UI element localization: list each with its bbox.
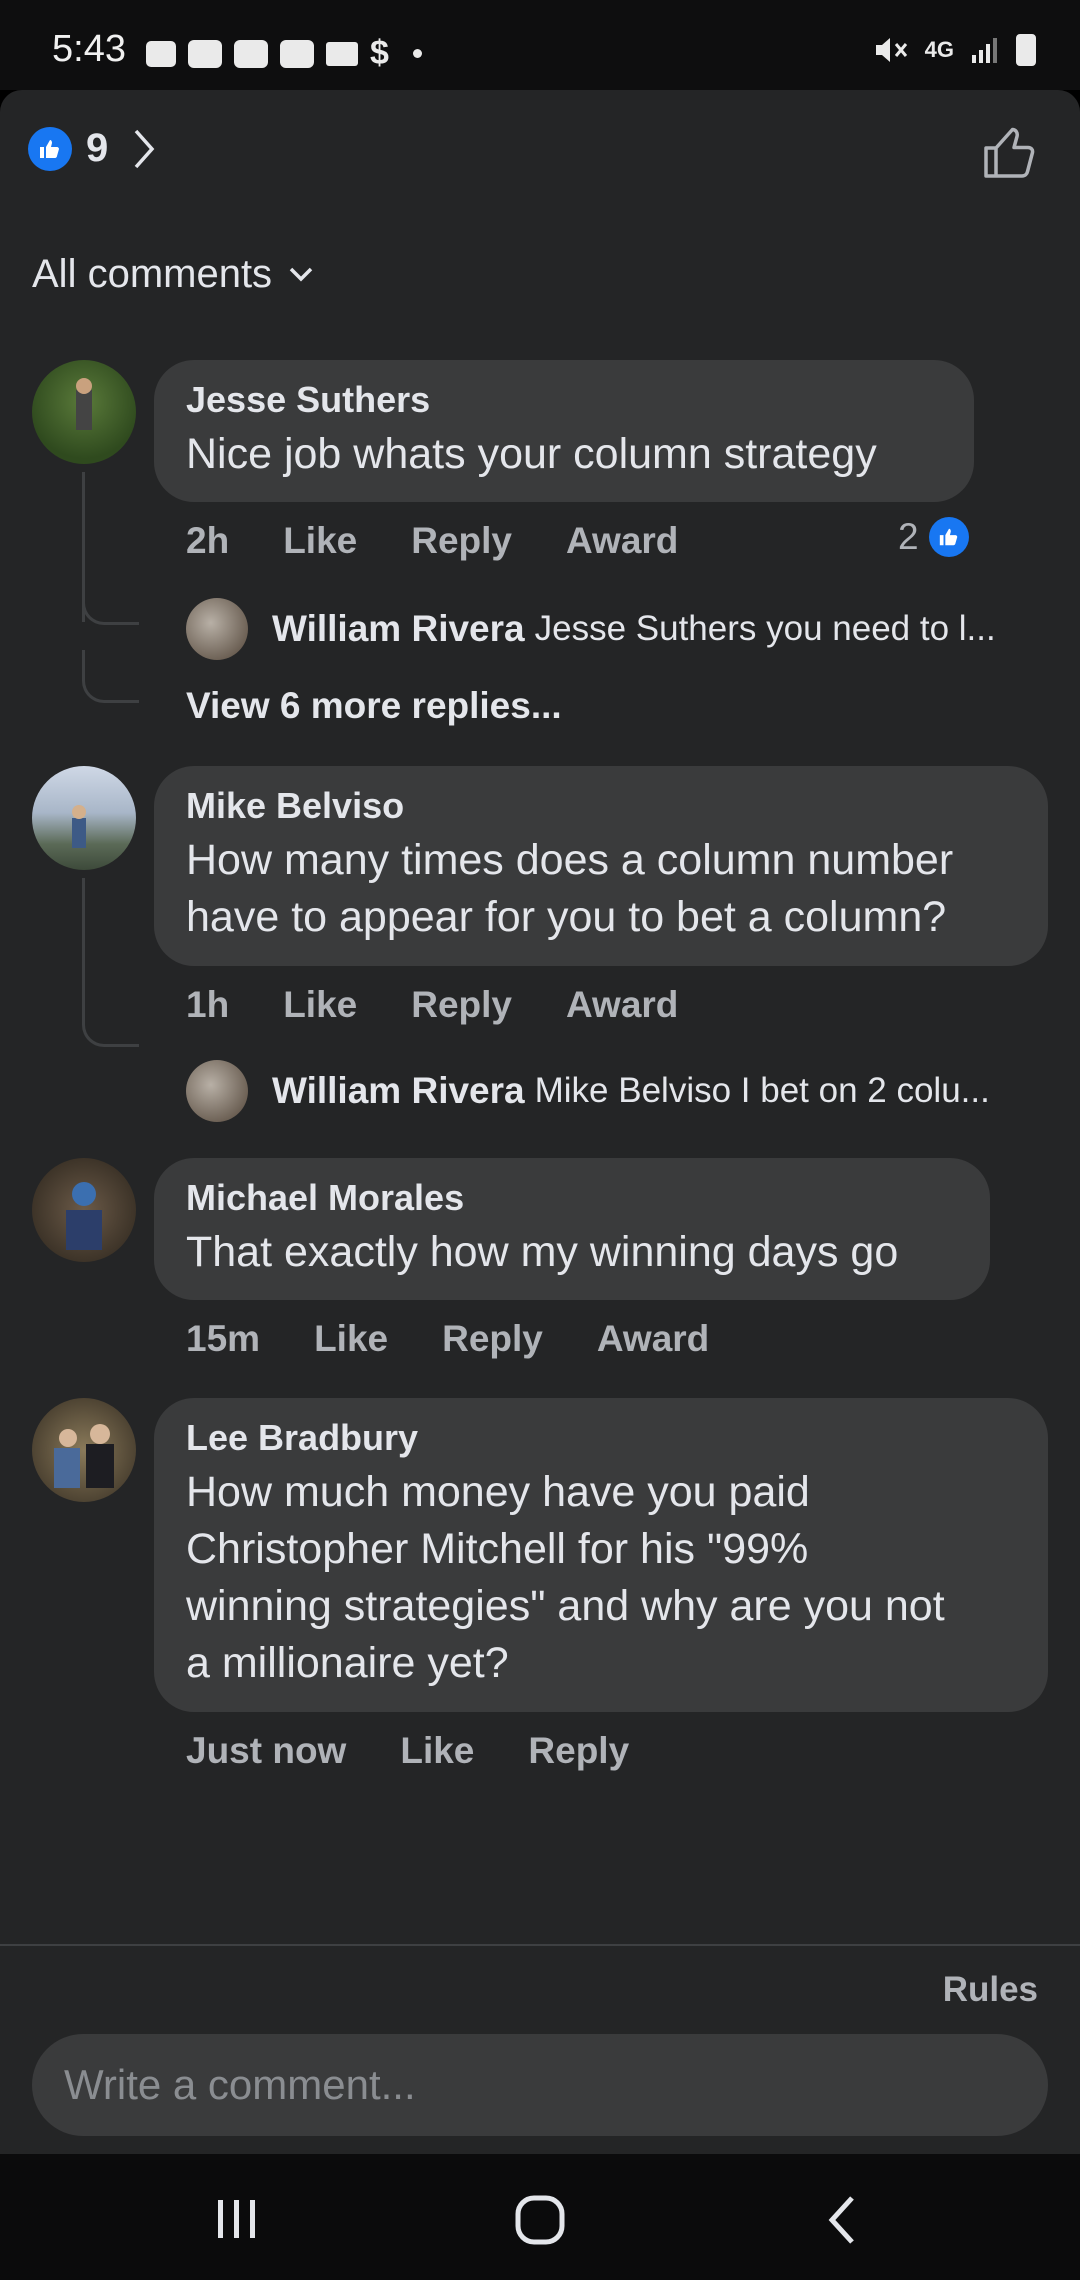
avatar[interactable] [32, 360, 136, 464]
like-button[interactable]: Like [400, 1730, 474, 1772]
comment-actions: 15m Like Reply Award [186, 1318, 763, 1360]
reply-button[interactable]: Reply [528, 1730, 629, 1772]
comment-like-count[interactable]: 2 [898, 516, 969, 558]
avatar[interactable] [32, 1398, 136, 1502]
reply-preview[interactable]: William Rivera Jesse Suthers you need to… [186, 598, 996, 660]
reply-button[interactable]: Reply [411, 984, 512, 1026]
reply-text: Mike Belviso I bet on 2 colu... [534, 1071, 990, 1110]
status-time: 5:43 [52, 28, 126, 70]
reply-author[interactable]: William Rivera [272, 1070, 525, 1112]
comment-text-line: a millionaire yet? [186, 1639, 509, 1687]
comment-text-line: How much money have you paid [186, 1468, 810, 1516]
comment-text: That exactly how my winning days go [186, 1228, 899, 1276]
comment-bubble[interactable]: Mike Belviso How many times does a colum… [154, 766, 1048, 966]
award-button[interactable]: Award [597, 1318, 709, 1360]
comment-input-placeholder: Write a comment... [64, 2061, 416, 2108]
comment-actions: Just now Like Reply [186, 1730, 683, 1772]
like-count-value: 2 [898, 516, 919, 557]
comment-bubble[interactable]: Jesse Suthers Nice job whats your column… [154, 360, 974, 502]
filter-label: All comments [32, 252, 273, 296]
reply-button[interactable]: Reply [442, 1318, 543, 1360]
view-more-replies-link[interactable]: View 6 more replies... [186, 685, 562, 727]
rules-link[interactable]: Rules [943, 1970, 1038, 2010]
status-bar: 5:43 $ 4G [0, 0, 1080, 90]
comment-timestamp: 1h [186, 984, 230, 1025]
comment-input[interactable]: Write a comment... [32, 2034, 1048, 2136]
like-button[interactable]: Like [283, 984, 357, 1026]
avatar[interactable] [186, 598, 248, 660]
comment-author[interactable]: Mike Belviso [186, 784, 1016, 828]
comment-text-line: have to appear for you to bet a column? [186, 893, 947, 941]
reply-preview[interactable]: William Rivera Mike Belviso I bet on 2 c… [186, 1060, 990, 1122]
like-button-icon[interactable] [980, 122, 1040, 182]
comment-text: Nice job whats your column strategy [186, 430, 877, 478]
network-type: 4G [924, 37, 954, 62]
comment-actions: 2h Like Reply Award [186, 520, 732, 562]
comment-bubble[interactable]: Lee Bradbury How much money have you pai… [154, 1398, 1048, 1712]
comment-filter-dropdown[interactable]: All comments [32, 252, 314, 297]
avatar[interactable] [186, 1060, 248, 1122]
comment-timestamp: 2h [186, 520, 230, 561]
avatar[interactable] [32, 1158, 136, 1262]
comment-text-line: Christopher Mitchell for his "99% [186, 1525, 809, 1573]
award-button[interactable]: Award [566, 520, 678, 562]
reply-button[interactable]: Reply [411, 520, 512, 562]
award-button[interactable]: Award [566, 984, 678, 1026]
like-button[interactable]: Like [314, 1318, 388, 1360]
youtube-notification-icon [234, 39, 268, 68]
chevron-right-icon [134, 129, 155, 168]
chevron-down-icon [289, 267, 313, 281]
mute-icon [875, 38, 907, 62]
comments-sheet: 9 All comments Jesse Suthers Nice job wh… [0, 90, 1080, 2154]
notification-icons: $ [146, 34, 422, 73]
more-notifications-icon [412, 49, 422, 58]
reply-text: Jesse Suthers you need to l... [534, 609, 996, 648]
message-notification-icon [146, 40, 176, 67]
thread-connector [82, 990, 139, 1047]
mail-notification-icon [326, 41, 358, 66]
like-button[interactable]: Like [283, 520, 357, 562]
recent-apps-icon[interactable] [212, 2194, 262, 2244]
navigation-bar [0, 2154, 1080, 2280]
avatar[interactable] [32, 766, 136, 870]
comment-timestamp: 15m [186, 1318, 261, 1359]
comment-author[interactable]: Jesse Suthers [186, 378, 942, 422]
footer-divider [0, 1944, 1080, 1946]
comment-bubble[interactable]: Michael Morales That exactly how my winn… [154, 1158, 990, 1300]
thread-connector [82, 580, 139, 625]
system-icons: 4G [873, 34, 1036, 66]
home-icon[interactable] [514, 2194, 566, 2246]
comment-author[interactable]: Michael Morales [186, 1176, 958, 1220]
thread-connector [82, 650, 139, 703]
comment-actions: 1h Like Reply Award [186, 984, 732, 1026]
youtube-notification-icon [188, 39, 222, 68]
reaction-summary[interactable]: 9 [28, 126, 156, 171]
reply-author[interactable]: William Rivera [272, 608, 525, 650]
signal-icon [972, 38, 997, 63]
comment-text-line: winning strategies" and why are you not [186, 1582, 945, 1630]
comment-text-line: How many times does a column number [186, 836, 954, 884]
back-icon[interactable] [822, 2194, 862, 2246]
reaction-count: 9 [86, 126, 109, 170]
thread-line [82, 878, 85, 998]
cash-app-notification-icon: $ [370, 34, 389, 72]
battery-icon [1016, 34, 1036, 66]
comment-author[interactable]: Lee Bradbury [186, 1416, 1016, 1460]
youtube-notification-icon [280, 39, 314, 68]
comment-timestamp: Just now [186, 1730, 347, 1771]
like-reaction-icon [28, 126, 72, 171]
like-reaction-icon [928, 517, 969, 557]
